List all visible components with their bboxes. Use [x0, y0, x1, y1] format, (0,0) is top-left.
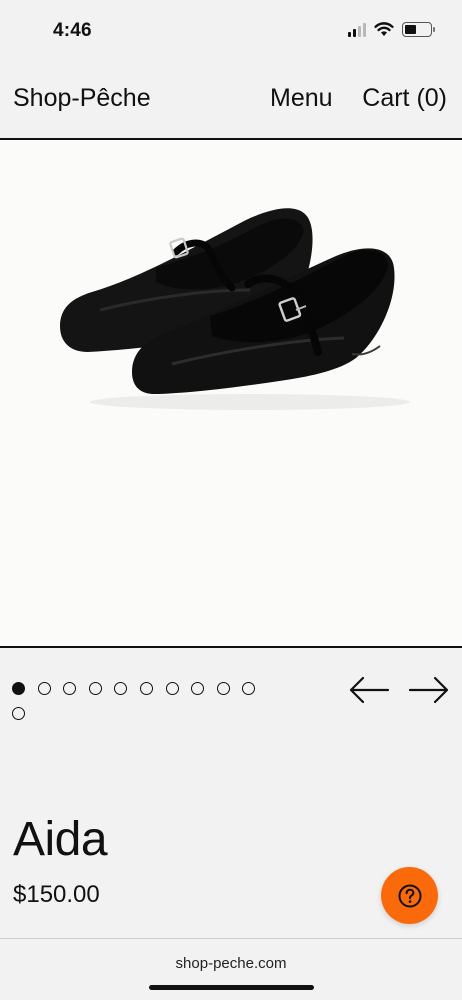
- cellular-signal-icon: [348, 22, 366, 37]
- carousel-dot[interactable]: [139, 682, 153, 695]
- cart-button[interactable]: Cart (0): [362, 84, 447, 113]
- arrow-left-icon: [349, 676, 390, 704]
- battery-icon: [402, 22, 435, 37]
- carousel-dot[interactable]: [37, 682, 51, 695]
- carousel-dot[interactable]: [242, 682, 256, 695]
- carousel-dot[interactable]: [165, 682, 179, 695]
- product-title: Aida: [13, 813, 108, 866]
- status-icons: [348, 22, 435, 37]
- product-price: $150.00: [13, 881, 100, 908]
- arrow-right-icon: [408, 676, 449, 704]
- wifi-icon: [374, 22, 394, 36]
- carousel-dot[interactable]: [63, 682, 77, 695]
- status-bar: 4:46: [0, 0, 462, 62]
- question-mark-icon: [398, 884, 421, 907]
- help-button[interactable]: [381, 867, 438, 924]
- home-indicator[interactable]: [149, 985, 314, 990]
- menu-button[interactable]: Menu: [270, 84, 333, 113]
- product-image[interactable]: [0, 140, 462, 648]
- carousel-dot[interactable]: [114, 682, 128, 695]
- carousel-dot[interactable]: [12, 707, 25, 720]
- carousel-dots: [12, 682, 272, 720]
- url-text: shop-peche.com: [175, 955, 287, 972]
- browser-url-bar[interactable]: shop-peche.com: [0, 938, 462, 1000]
- carousel-dot[interactable]: [12, 682, 25, 695]
- product-photo-shoes: [60, 208, 410, 410]
- carousel-prev-button[interactable]: [348, 676, 390, 704]
- carousel-next-button[interactable]: [408, 676, 450, 704]
- site-header: Shop-Pêche Menu Cart (0): [0, 62, 462, 140]
- image-carousel-controls: [0, 650, 462, 740]
- carousel-dot[interactable]: [191, 682, 205, 695]
- carousel-dot[interactable]: [88, 682, 102, 695]
- status-time: 4:46: [53, 20, 92, 41]
- site-logo[interactable]: Shop-Pêche: [13, 84, 151, 113]
- carousel-dot[interactable]: [216, 682, 230, 695]
